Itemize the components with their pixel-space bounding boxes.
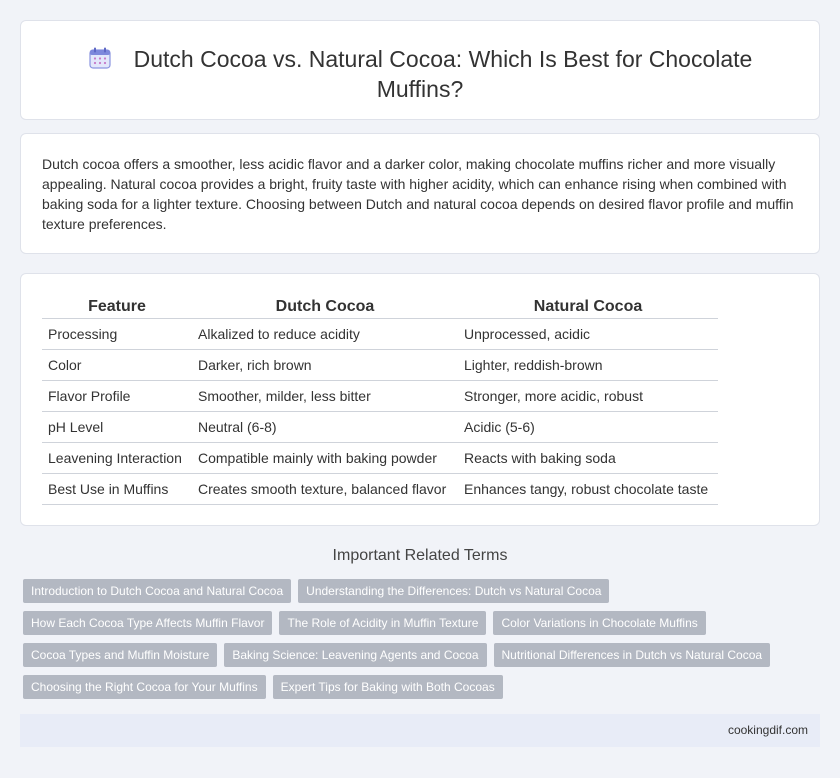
table-row: pH Level Neutral (6-8) Acidic (5-6)	[42, 411, 718, 443]
calendar-icon	[89, 47, 111, 69]
table-cell: Best Use in Muffins	[42, 473, 192, 505]
tag-row: Introduction to Dutch Cocoa and Natural …	[23, 579, 803, 611]
table-cell: Color	[42, 349, 192, 381]
table-cell: Darker, rich brown	[192, 349, 458, 381]
footer-site-name[interactable]: cookingdif.com	[728, 723, 808, 737]
related-term-link[interactable]: How Each Cocoa Type Affects Muffin Flavo…	[23, 611, 273, 635]
header-feature: Feature	[42, 296, 192, 319]
title-card: Dutch Cocoa vs. Natural Cocoa: Which Is …	[20, 20, 820, 120]
related-term-link[interactable]: Choosing the Right Cocoa for Your Muffin…	[23, 675, 266, 699]
comparison-card: Feature Dutch Cocoa Natural Cocoa Proces…	[20, 273, 820, 526]
related-term-link[interactable]: The Role of Acidity in Muffin Texture	[279, 611, 487, 635]
intro-paragraph: Dutch cocoa offers a smoother, less acid…	[42, 156, 794, 232]
tag-row: Choosing the Right Cocoa for Your Muffin…	[23, 675, 803, 707]
header-natural-cocoa: Natural Cocoa	[458, 296, 718, 319]
related-term-link[interactable]: Expert Tips for Baking with Both Cocoas	[272, 675, 503, 699]
page-title-wrap: Dutch Cocoa vs. Natural Cocoa: Which Is …	[21, 44, 819, 104]
table-cell: Lighter, reddish-brown	[458, 349, 718, 381]
comparison-table: Feature Dutch Cocoa Natural Cocoa Proces…	[42, 296, 718, 505]
related-term-link[interactable]: Cocoa Types and Muffin Moisture	[23, 643, 218, 667]
table-cell: Creates smooth texture, balanced flavor	[192, 473, 458, 505]
tag-row: How Each Cocoa Type Affects Muffin Flavo…	[23, 611, 803, 643]
related-term-link[interactable]: Baking Science: Leavening Agents and Coc…	[224, 643, 487, 667]
table-cell: Flavor Profile	[42, 380, 192, 412]
related-term-link[interactable]: Nutritional Differences in Dutch vs Natu…	[493, 643, 771, 667]
header-dutch-cocoa: Dutch Cocoa	[192, 296, 458, 319]
table-cell: Smoother, milder, less bitter	[192, 380, 458, 412]
table-cell: Enhances tangy, robust chocolate taste	[458, 473, 718, 505]
related-terms-list: Introduction to Dutch Cocoa and Natural …	[23, 579, 803, 707]
table-cell: Acidic (5-6)	[458, 411, 718, 443]
table-header-row: Feature Dutch Cocoa Natural Cocoa	[42, 296, 718, 319]
related-terms-heading: Important Related Terms	[332, 547, 508, 564]
table-cell: Unprocessed, acidic	[458, 318, 718, 350]
table-cell: pH Level	[42, 411, 192, 443]
intro-card: Dutch cocoa offers a smoother, less acid…	[20, 133, 820, 254]
table-cell: Processing	[42, 318, 192, 350]
table-cell: Alkalized to reduce acidity	[192, 318, 458, 350]
table-row: Best Use in Muffins Creates smooth textu…	[42, 473, 718, 505]
table-row: Color Darker, rich brown Lighter, reddis…	[42, 349, 718, 381]
table-cell: Compatible mainly with baking powder	[192, 442, 458, 474]
table-cell: Neutral (6-8)	[192, 411, 458, 443]
footer: cookingdif.com	[20, 714, 820, 747]
tag-row: Cocoa Types and Muffin Moisture Baking S…	[23, 643, 803, 675]
table-row: Leavening Interaction Compatible mainly …	[42, 442, 718, 474]
table-row: Processing Alkalized to reduce acidity U…	[42, 318, 718, 350]
table-cell: Leavening Interaction	[42, 442, 192, 474]
table-cell: Stronger, more acidic, robust	[458, 380, 718, 412]
related-term-link[interactable]: Color Variations in Chocolate Muffins	[493, 611, 706, 635]
related-term-link[interactable]: Introduction to Dutch Cocoa and Natural …	[23, 579, 292, 603]
page-title: Dutch Cocoa vs. Natural Cocoa: Which Is …	[133, 46, 753, 102]
table-cell: Reacts with baking soda	[458, 442, 718, 474]
related-term-link[interactable]: Understanding the Differences: Dutch vs …	[298, 579, 610, 603]
table-row: Flavor Profile Smoother, milder, less bi…	[42, 380, 718, 412]
